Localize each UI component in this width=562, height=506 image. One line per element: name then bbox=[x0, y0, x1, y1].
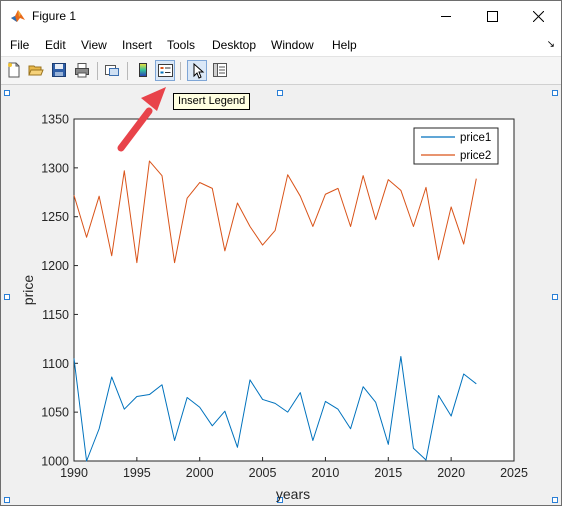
menu-file[interactable]: File bbox=[10, 38, 29, 52]
y-tick-label: 1300 bbox=[41, 161, 69, 175]
y-tick-label: 1350 bbox=[41, 113, 69, 127]
edit-plot-icon bbox=[193, 63, 205, 79]
edit-plot-button[interactable] bbox=[187, 60, 207, 81]
toolbar-separator bbox=[127, 62, 128, 80]
new-figure-button[interactable] bbox=[4, 60, 24, 81]
y-tick-label: 1100 bbox=[42, 357, 69, 371]
y-tick-label: 1050 bbox=[41, 406, 69, 420]
link-plot-button[interactable] bbox=[102, 60, 122, 81]
menu-view[interactable]: View bbox=[81, 38, 107, 52]
x-tick-label: 2005 bbox=[249, 466, 277, 480]
menu-edit[interactable]: Edit bbox=[45, 38, 66, 52]
legend-label-price2: price2 bbox=[460, 150, 491, 162]
maximize-button[interactable] bbox=[469, 1, 515, 32]
print-icon bbox=[75, 63, 89, 78]
x-tick-label: 2000 bbox=[186, 466, 214, 480]
menu-insert[interactable]: Insert bbox=[122, 38, 152, 52]
property-inspector-button[interactable] bbox=[210, 60, 230, 81]
figure-window: Figure 1 File Edit View Insert Tools Des… bbox=[0, 0, 562, 506]
window-title: Figure 1 bbox=[32, 9, 77, 23]
x-tick-label: 2020 bbox=[437, 466, 465, 480]
menu-help[interactable]: Help bbox=[332, 38, 357, 52]
close-icon bbox=[533, 11, 544, 22]
maximize-icon bbox=[487, 11, 498, 22]
property-inspector-icon bbox=[213, 63, 227, 77]
legend[interactable]: price1 price2 bbox=[413, 127, 499, 165]
figure-toolbar bbox=[1, 57, 561, 85]
axes-background bbox=[73, 118, 515, 462]
axes-plot[interactable]: 1990 1995 2000 2005 2010 2015 2020 202510001050… bbox=[1, 85, 561, 505]
save-button[interactable] bbox=[49, 60, 69, 81]
title-bar[interactable]: Figure 1 bbox=[1, 1, 561, 33]
link-plot-icon bbox=[105, 65, 119, 76]
y-tick-label: 1250 bbox=[41, 210, 69, 224]
x-tick-label: 2015 bbox=[374, 466, 402, 480]
insert-colorbar-icon bbox=[139, 63, 147, 77]
open-file-button[interactable] bbox=[26, 60, 46, 81]
insert-legend-icon bbox=[158, 64, 173, 77]
menu-desktop[interactable]: Desktop bbox=[212, 38, 256, 52]
open-file-icon bbox=[28, 65, 44, 76]
menu-bar: File Edit View Insert Tools Desktop Wind… bbox=[1, 33, 561, 57]
x-tick-label: 2025 bbox=[500, 466, 528, 480]
y-tick-label: 1150 bbox=[42, 308, 69, 322]
insert-colorbar-button[interactable] bbox=[133, 60, 153, 81]
save-icon bbox=[52, 63, 66, 77]
toolbar-separator bbox=[180, 62, 181, 80]
menu-tools[interactable]: Tools bbox=[167, 38, 195, 52]
y-axis-label: price bbox=[20, 275, 36, 306]
close-button[interactable] bbox=[515, 1, 561, 32]
y-tick-label: 1000 bbox=[41, 455, 69, 469]
new-figure-icon bbox=[8, 62, 20, 78]
x-axis-label: years bbox=[276, 486, 310, 502]
legend-label-price1: price1 bbox=[460, 132, 491, 144]
y-tick-label: 1200 bbox=[41, 259, 69, 273]
x-tick-label: 1995 bbox=[123, 466, 151, 480]
insert-legend-button[interactable] bbox=[155, 60, 175, 81]
matlab-logo-icon bbox=[10, 8, 26, 24]
x-tick-label: 2010 bbox=[312, 466, 340, 480]
menu-window[interactable]: Window bbox=[271, 38, 314, 52]
minimize-button[interactable] bbox=[423, 1, 469, 32]
toolbar-separator bbox=[97, 62, 98, 80]
print-button[interactable] bbox=[72, 60, 92, 81]
minimize-icon bbox=[441, 16, 451, 17]
chevron-right-icon[interactable]: ↘ bbox=[547, 39, 555, 50]
